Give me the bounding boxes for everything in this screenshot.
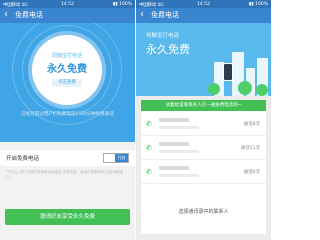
status-bar: 中国移动 4G 14:52 ▮▮ 100% [0, 0, 135, 8]
contact-number-redacted [159, 126, 199, 129]
contact-number-redacted [159, 150, 199, 153]
back-arrow-icon[interactable]: ‹ [140, 9, 144, 21]
contact-name-redacted [159, 118, 189, 122]
hero-subtitle: 周触宝打电话 [51, 53, 82, 59]
page-title: 免费电话 [15, 11, 43, 19]
phone-illustration-icon [223, 63, 233, 81]
call-count: 通话11次 [240, 146, 260, 151]
toggle-note: *开启后,拨打电话时将使用免费通话,无需话费。通话时需要联网,流量消耗很少。 [6, 170, 124, 179]
invite-friends-button[interactable]: 邀请好友享受永久免费 [5, 209, 130, 225]
toggle-label: 开启免费电话 [6, 156, 40, 162]
toggle-state: 开启 [115, 154, 128, 162]
phone-icon: ✆ [146, 168, 152, 176]
contact-row[interactable]: ✆ 通话8次 [141, 113, 266, 136]
hero-banner: 用触宝打电话 永久免费 [136, 23, 271, 96]
hero-subtitle: 用触宝打电话 [146, 33, 180, 39]
suggestion-banner: 试着给常联系的人打一通免费电话吧~ [141, 100, 266, 111]
free-call-toggle[interactable]: 开启 [103, 153, 129, 163]
battery-indicator: ▮▮ 100% [112, 1, 132, 7]
right-phone-screen: 中国移动 4G 14:52 ▮▮ 100% ‹ 免费电话 用触宝打电话 永久免费… [136, 0, 271, 240]
status-bar: 中国移动 4G 14:52 ▮▮ 100% [136, 0, 271, 8]
pick-contact-link[interactable]: 选择通讯录中的联系人 [141, 208, 266, 215]
call-count: 通话6次 [243, 170, 260, 175]
tree-illustration [238, 81, 252, 95]
phone-icon: ✆ [146, 120, 152, 128]
promo-text: 已经有超过用户打免费电话1500分钟免费通话 [21, 112, 114, 117]
hero-title: 永久免费 [146, 43, 190, 56]
hero-title: 永久免费 [47, 64, 87, 75]
contact-row[interactable]: ✆ 通话6次 [141, 161, 266, 184]
contact-number-redacted [159, 174, 199, 177]
contact-row[interactable]: ✆ 通话11次 [141, 137, 266, 160]
free-call-toggle-row: 开启免费电话 开启 [0, 150, 135, 166]
phone-icon: ✆ [146, 144, 152, 152]
title-bar: ‹ 免费电话 [136, 8, 271, 23]
suggestion-card: 试着给常联系的人打一通免费电话吧~ ✆ 通话8次 ✆ 通话11次 ✆ 通话6次 … [141, 100, 266, 234]
call-count: 通话8次 [243, 122, 260, 127]
hero-banner: 周触宝打电话 永久免费 点击查看 已经有超过用户打免费电话1500分钟免费通话 [0, 23, 135, 142]
page-title: 免费电话 [151, 11, 179, 19]
left-phone-screen: 中国移动 4G 14:52 ▮▮ 100% ‹ 免费电话 周触宝打电话 永久免费… [0, 0, 135, 240]
contact-name-redacted [159, 166, 189, 170]
battery-indicator: ▮▮ 100% [248, 1, 268, 7]
tree-illustration [208, 83, 220, 95]
view-details-button[interactable]: 点击查看 [52, 79, 82, 87]
contact-name-redacted [159, 142, 189, 146]
free-call-badge: 周触宝打电话 永久免费 点击查看 [32, 35, 102, 105]
back-arrow-icon[interactable]: ‹ [4, 9, 8, 21]
title-bar: ‹ 免费电话 [0, 8, 135, 23]
tree-illustration [256, 84, 268, 96]
